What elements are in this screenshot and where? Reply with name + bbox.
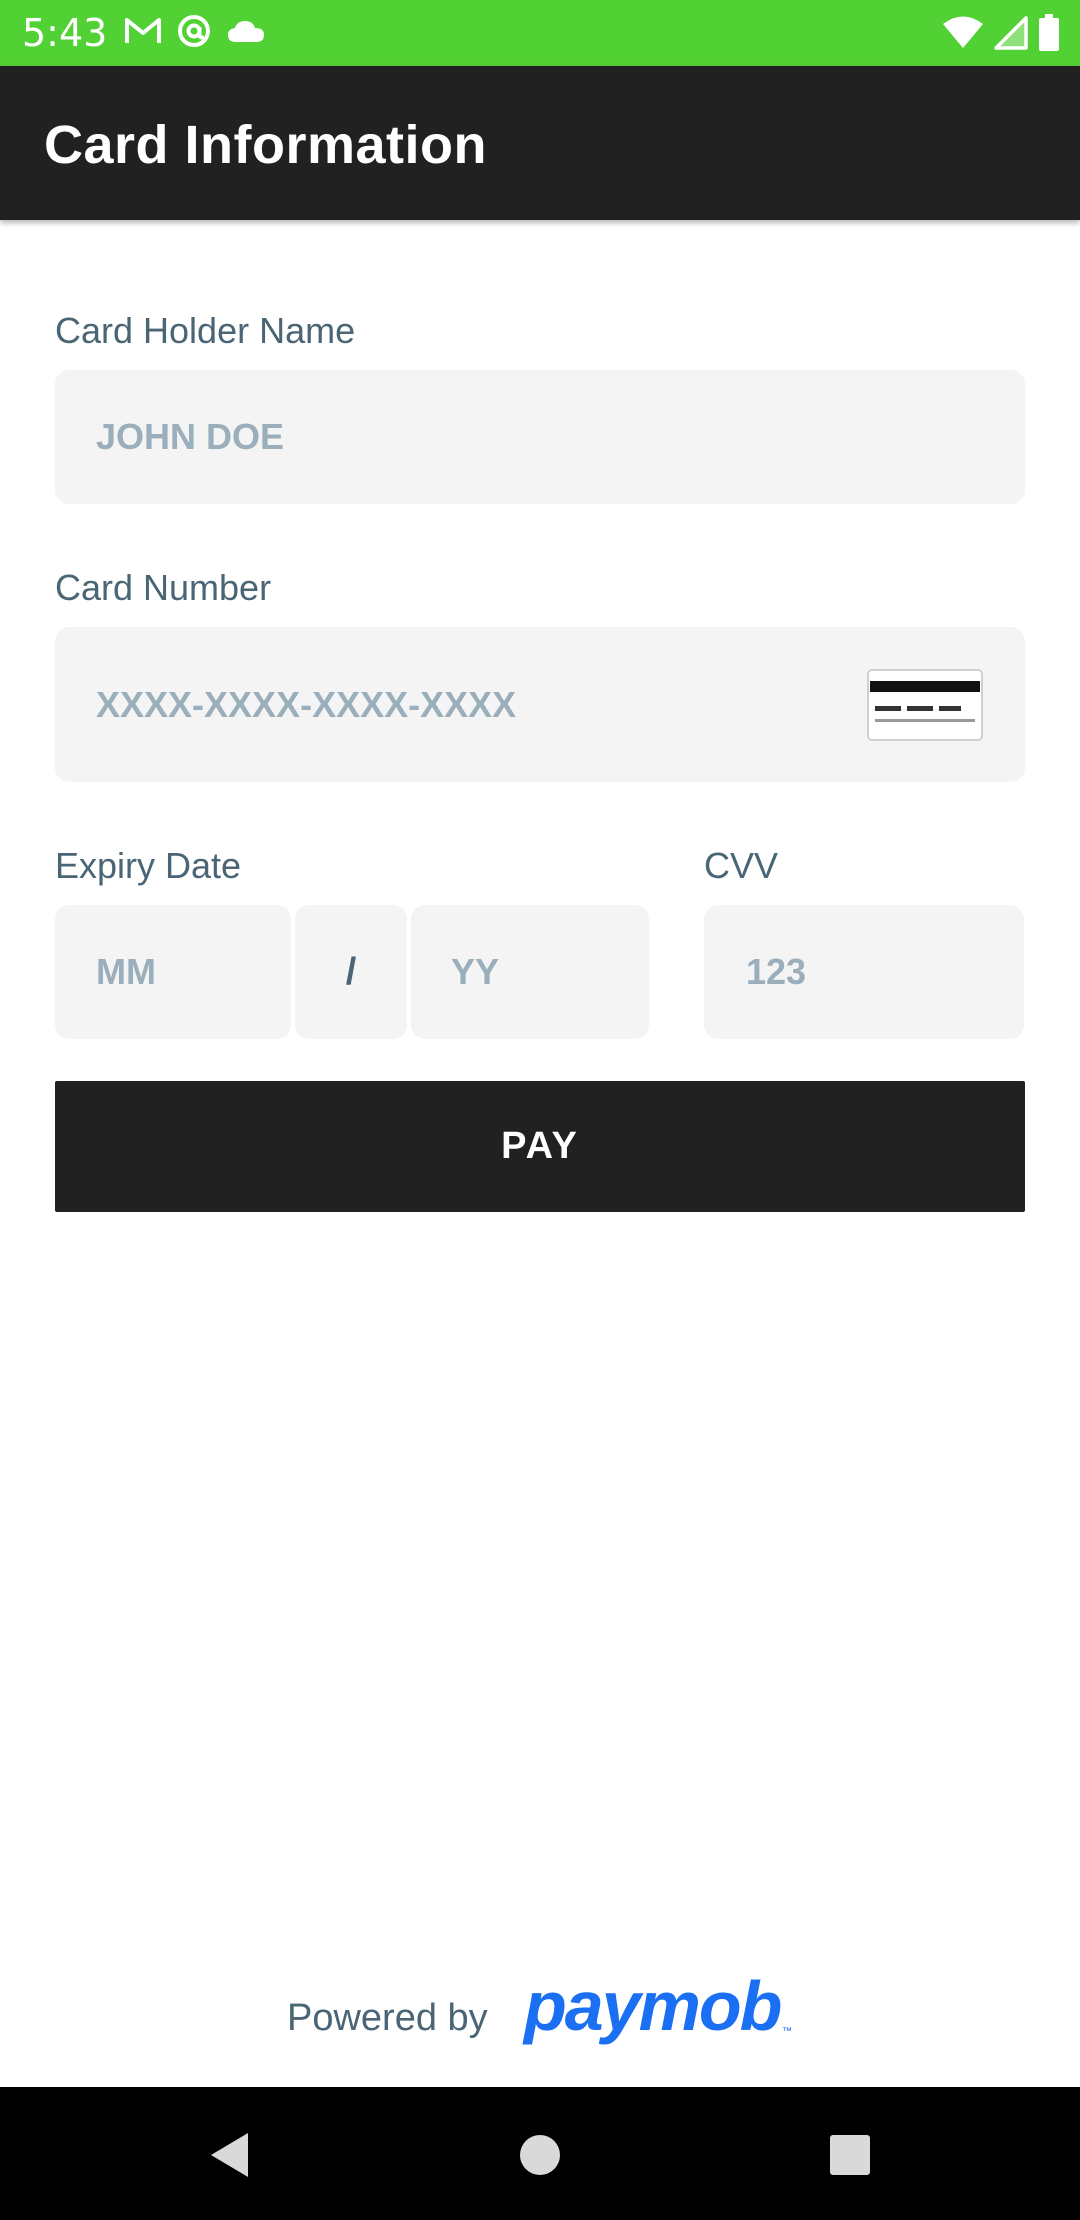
status-bar: 5:43: [0, 0, 1080, 66]
status-time: 5:43: [22, 11, 108, 55]
pay-button[interactable]: PAY: [55, 1081, 1025, 1212]
gmail-icon: [124, 16, 162, 46]
navigation-bar: [0, 2087, 1080, 2220]
battery-icon: [1038, 14, 1060, 52]
expiry-date-label: Expiry Date: [55, 845, 242, 886]
expiry-year-input[interactable]: [411, 905, 649, 1039]
card-number-label: Card Number: [55, 567, 272, 608]
cvv-input[interactable]: [704, 905, 1024, 1039]
expiry-month-field: [55, 905, 291, 1039]
cellular-signal-icon: [994, 16, 1028, 50]
expiry-separator: /: [295, 905, 407, 1039]
cvv-label: CVV: [704, 845, 779, 886]
card-number-field: [55, 627, 1025, 782]
expiry-month-input[interactable]: [55, 905, 291, 1039]
home-icon[interactable]: [512, 2127, 568, 2183]
card-holder-field: [55, 370, 1025, 504]
svg-text:™: ™: [782, 2026, 792, 2037]
svg-text:paymob: paymob: [522, 1968, 781, 2045]
app-bar: Card Information: [0, 66, 1080, 220]
cvv-field: [704, 905, 1024, 1039]
credit-card-icon: [867, 669, 983, 746]
notification-icons: [124, 13, 266, 49]
card-holder-input[interactable]: [55, 370, 1025, 504]
recents-icon[interactable]: [822, 2127, 878, 2183]
back-icon[interactable]: [202, 2127, 258, 2183]
expiry-year-field: [411, 905, 649, 1039]
system-icons: [942, 14, 1060, 52]
paymob-logo: paymob ™: [520, 1967, 800, 2063]
page-title: Card Information: [44, 115, 488, 175]
at-sign-icon: [176, 13, 212, 49]
wifi-icon: [942, 16, 984, 50]
card-holder-label: Card Holder Name: [55, 310, 356, 351]
powered-by-text: Powered by: [287, 1997, 488, 2039]
cloud-icon: [226, 18, 266, 44]
